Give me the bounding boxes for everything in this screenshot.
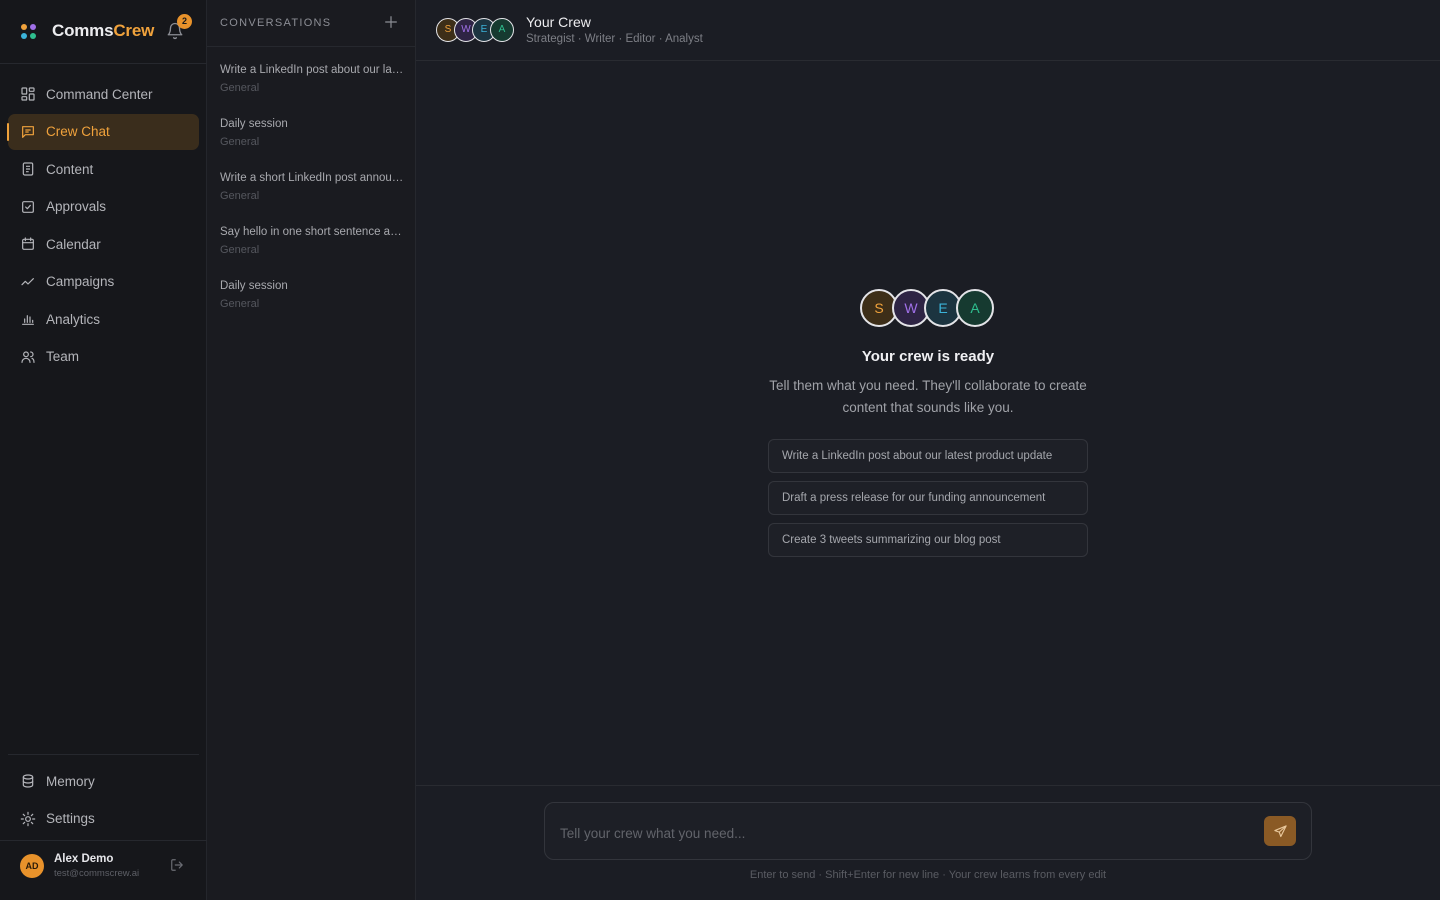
nav-item-approvals[interactable]: Approvals [8, 189, 199, 225]
user-profile: AD Alex Demo test@commscrew.ai [0, 840, 207, 900]
conversation-category: General [220, 244, 260, 256]
crew-avatar-stack: S W E A [436, 18, 516, 42]
nav-item-calendar[interactable]: Calendar [8, 226, 199, 262]
empty-state-title: Your crew is ready [861, 348, 995, 365]
message-input[interactable] [560, 823, 1250, 843]
brand-name-part2: Crew [113, 21, 155, 40]
suggestion-button[interactable]: Draft a press release for our funding an… [768, 481, 1088, 515]
conversation-item[interactable]: Write a short LinkedIn post announcing o… [207, 164, 415, 216]
nav-label: Approvals [46, 199, 107, 214]
conversation-title: Daily session [220, 118, 288, 130]
conversation-item[interactable]: Daily session General [207, 110, 415, 162]
conversation-title: Daily session [220, 280, 288, 292]
avatar[interactable]: AD [20, 854, 44, 878]
brand-header: CommsCrew 2 [0, 0, 207, 64]
crew-title: Your Crew [526, 14, 591, 30]
send-button[interactable] [1264, 816, 1296, 846]
conversations-title: CONVERSATIONS [220, 17, 332, 29]
conversation-title: Say hello in one short sentence and intr… [220, 226, 404, 238]
brand-name: CommsCrew [52, 21, 154, 41]
nav-item-settings[interactable]: Settings [8, 801, 199, 837]
nav-label: Command Center [46, 86, 153, 102]
nav-label: Crew Chat [46, 124, 110, 139]
nav-label: Analytics [46, 311, 101, 327]
nav-item-analytics[interactable]: Analytics [8, 301, 199, 337]
conversations-panel: CONVERSATIONS Write a LinkedIn post abou… [207, 0, 416, 900]
empty-state-description: Tell them what you need. They'll collabo… [769, 378, 1087, 415]
conversation-title: Write a short LinkedIn post announcing o… [220, 172, 404, 184]
nav-item-command-center[interactable]: Command Center [8, 76, 199, 112]
nav-label: Settings [46, 811, 95, 826]
composer [544, 802, 1312, 860]
calendar-icon [22, 237, 34, 250]
crew-hero-avatars: S W E A [860, 289, 1000, 329]
crew-hero-avatar-analyst: A [956, 289, 994, 327]
conversation-title: Write a LinkedIn post about our latest p… [220, 64, 404, 76]
nav-item-team[interactable]: Team [8, 339, 199, 375]
chat-icon [22, 125, 34, 138]
crew-subtitle: Strategist · Writer · Editor · Analyst [526, 33, 703, 45]
conversation-item[interactable]: Write a LinkedIn post about our latest p… [207, 56, 415, 108]
document-icon [22, 162, 34, 176]
plus-icon[interactable] [383, 14, 399, 30]
logout-icon[interactable] [170, 858, 184, 872]
sidebar: CommsCrew 2 Command Center Crew Chat Con… [0, 0, 207, 900]
nav-label: Campaigns [46, 274, 115, 289]
conversations-header: CONVERSATIONS [207, 0, 415, 47]
trend-icon [21, 277, 34, 285]
nav-item-campaigns[interactable]: Campaigns [8, 264, 199, 300]
checkbox-icon [22, 200, 34, 213]
chat-header: S W E A Your Crew Strategist · Writer · … [416, 0, 1440, 61]
nav-item-content[interactable]: Content [8, 151, 199, 187]
conversation-item[interactable]: Daily session General [207, 272, 415, 324]
user-name: Alex Demo [54, 853, 114, 865]
user-email: test@commscrew.ai [54, 868, 140, 879]
composer-hint: Enter to send · Shift+Enter for new line… [749, 869, 1107, 881]
brand-name-part1: Comms [52, 21, 114, 40]
main-nav: Command Center Crew Chat Content Approva… [7, 76, 199, 376]
notification-badge: 2 [177, 14, 192, 29]
conversation-category: General [220, 190, 260, 202]
suggestion-button[interactable]: Write a LinkedIn post about our latest p… [768, 439, 1088, 473]
nav-label: Team [46, 349, 80, 364]
nav-item-crew-chat[interactable]: Crew Chat [7, 113, 199, 150]
users-icon [21, 350, 35, 363]
conversation-category: General [220, 298, 260, 310]
crew-avatar-analyst: A [490, 18, 514, 42]
bar-chart-icon [22, 315, 34, 325]
gear-icon [20, 811, 36, 826]
nav-label: Content [46, 161, 94, 177]
nav-item-memory[interactable]: Memory [8, 763, 199, 799]
conversation-category: General [220, 136, 260, 148]
bottom-nav: Memory Settings [8, 754, 199, 838]
logo-icon [21, 24, 37, 40]
database-icon [22, 774, 34, 788]
dashboard-icon [21, 87, 35, 101]
send-icon [1273, 824, 1287, 837]
conversation-category: General [220, 82, 260, 94]
nav-label: Memory [46, 773, 95, 789]
nav-label: Calendar [46, 236, 101, 252]
suggestion-button[interactable]: Create 3 tweets summarizing our blog pos… [768, 523, 1088, 557]
conversation-item[interactable]: Say hello in one short sentence and intr… [207, 218, 415, 270]
chat-main: S W E A Your Crew Strategist · Writer · … [416, 0, 1440, 900]
